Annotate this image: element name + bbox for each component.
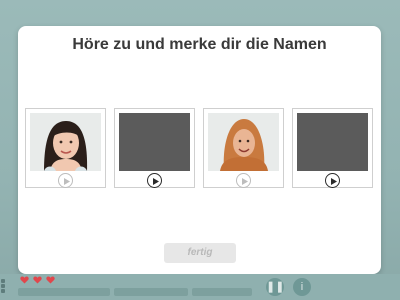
dialog-title: Höre zu und merke dir die Namen: [72, 36, 327, 53]
progress-segment: [114, 288, 188, 296]
play-icon: [64, 177, 70, 185]
menu-handle[interactable]: [0, 278, 6, 298]
card-photo-placeholder: [119, 113, 190, 171]
play-icon: [331, 177, 337, 185]
done-button[interactable]: fertig: [164, 243, 236, 263]
name-card-3: [203, 108, 284, 188]
card-photo-placeholder: [297, 113, 368, 171]
card-photo-girl: [30, 113, 101, 171]
name-card-1: [25, 108, 106, 188]
heart-icon: [20, 276, 29, 284]
play-button[interactable]: [325, 173, 340, 188]
pause-icon[interactable]: ❚❚: [266, 278, 284, 296]
heart-icon: [33, 276, 42, 284]
card-photo-girl-hijab: [208, 113, 279, 171]
play-icon: [242, 177, 248, 185]
progress-segment: [18, 288, 110, 296]
listen-dialog: Höre zu und merke dir die Namen fertig: [18, 26, 381, 274]
play-button[interactable]: [147, 173, 162, 188]
play-button[interactable]: [236, 173, 251, 188]
info-icon[interactable]: i: [293, 278, 311, 296]
name-cards: [25, 108, 375, 190]
name-card-2: [114, 108, 195, 188]
name-card-4: [292, 108, 373, 188]
status-bar: [0, 274, 400, 300]
play-icon: [153, 177, 159, 185]
play-button[interactable]: [58, 173, 73, 188]
heart-icon: [46, 276, 55, 284]
progress-segment: [192, 288, 252, 296]
